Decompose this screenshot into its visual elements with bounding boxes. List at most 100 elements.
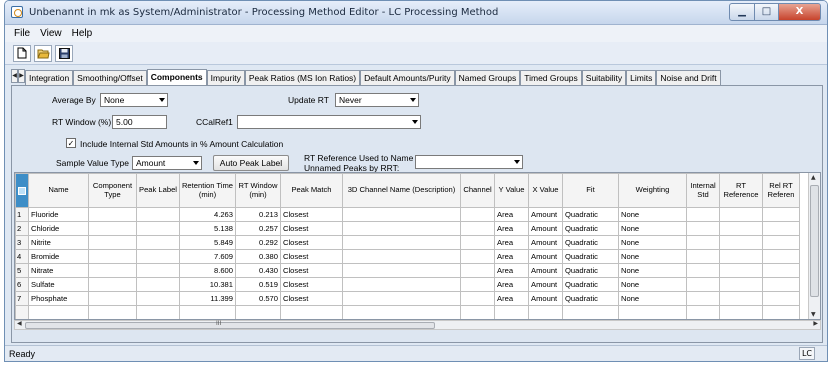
cell-rt-reference[interactable] [719,249,763,264]
cell-fit[interactable]: Quadratic [562,277,619,292]
cell-weighting[interactable]: None [618,291,687,306]
vertical-scroll-thumb[interactable] [810,185,819,297]
cell-retention-time[interactable]: 4.263 [179,207,236,222]
col-header-rt-window[interactable]: RT Window (min) [235,173,281,208]
cell-3d-channel-name[interactable] [342,235,461,250]
cell-channel[interactable] [460,235,495,250]
table-row[interactable]: 7 Phosphate 11.399 0.570 Closest Area Amount Qu… [15,291,800,306]
cell-component-type[interactable] [88,207,137,222]
cell-name[interactable]: Fluoride [28,207,89,222]
tab-suitability[interactable]: Suitability [581,70,627,85]
cell-rt-window[interactable]: 0.519 [235,277,281,292]
table-row[interactable]: 3 Nitrite 5.849 0.292 Closest Area Amount Quadr… [15,235,800,250]
col-header-y-value[interactable]: Y Value [494,173,529,208]
cell-y-value[interactable]: Area [494,207,529,222]
cell-rel-rt-reference[interactable] [762,207,800,222]
cell-fit[interactable]: Quadratic [562,263,619,278]
cell-internal-std[interactable] [686,249,720,264]
col-header-retention-time[interactable]: Retention Time (min) [179,173,236,208]
cell-component-type[interactable] [88,249,137,264]
cell-rel-rt-reference[interactable] [762,263,800,278]
scroll-up-icon[interactable]: ▲ [811,174,816,181]
cell-y-value[interactable]: Area [494,291,529,306]
cell-weighting[interactable]: None [618,263,687,278]
cell-name[interactable]: Bromide [28,249,89,264]
tab-components[interactable]: Components [146,69,207,85]
cell-rt-window[interactable]: 0.257 [235,221,281,236]
cell-peak-label[interactable] [136,291,180,306]
cell-weighting[interactable]: None [618,207,687,222]
vertical-scrollbar[interactable]: ▲ ▼ [808,173,820,319]
cell-channel[interactable] [460,207,495,222]
cell-component-type[interactable] [88,263,137,278]
cell-x-value[interactable]: Amount [528,235,563,250]
cell-component-type[interactable] [88,291,137,306]
cell-name[interactable]: Sulfate [28,277,89,292]
cell-y-value[interactable] [494,305,529,319]
cell-peak-match[interactable] [280,305,343,319]
cell-internal-std[interactable] [686,221,720,236]
cell-channel[interactable] [460,291,495,306]
row-number[interactable]: 2 [15,221,29,236]
cell-peak-match[interactable]: Closest [280,263,343,278]
cell-x-value[interactable]: Amount [528,249,563,264]
cell-x-value[interactable]: Amount [528,291,563,306]
cell-peak-label[interactable] [136,249,180,264]
cell-3d-channel-name[interactable] [342,207,461,222]
cell-name[interactable]: Phosphate [28,291,89,306]
cell-internal-std[interactable] [686,207,720,222]
tab-peak-ratios[interactable]: Peak Ratios (MS Ion Ratios) [244,70,361,85]
cell-3d-channel-name[interactable] [342,277,461,292]
cell-y-value[interactable]: Area [494,263,529,278]
cell-x-value[interactable]: Amount [528,263,563,278]
col-header-channel[interactable]: Channel [460,173,495,208]
table-row[interactable]: 1 Fluoride 4.263 0.213 Closest Area Amount Quad… [15,207,800,222]
cell-rt-reference[interactable] [719,235,763,250]
rt-window-input[interactable]: 5.00 [112,115,167,129]
col-header-peak-match[interactable]: Peak Match [280,173,343,208]
menu-file[interactable]: File [9,28,35,39]
row-number[interactable]: 1 [15,207,29,222]
cell-weighting[interactable]: None [618,235,687,250]
cell-rt-window[interactable]: 0.430 [235,263,281,278]
cell-fit[interactable] [562,305,619,319]
cell-peak-label[interactable] [136,263,180,278]
cell-retention-time[interactable]: 8.600 [179,263,236,278]
cell-peak-match[interactable]: Closest [280,249,343,264]
scroll-down-icon[interactable]: ▼ [811,311,816,318]
cell-component-type[interactable] [88,277,137,292]
tab-impurity[interactable]: Impurity [206,70,245,85]
cell-rel-rt-reference[interactable] [762,277,800,292]
cell-y-value[interactable]: Area [494,249,529,264]
cell-internal-std[interactable] [686,263,720,278]
cell-rt-reference[interactable] [719,263,763,278]
cell-3d-channel-name[interactable] [342,249,461,264]
cell-retention-time[interactable]: 10.381 [179,277,236,292]
cell-3d-channel-name[interactable] [342,221,461,236]
cell-peak-match[interactable]: Closest [280,291,343,306]
table-row[interactable]: 6 Sulfate 10.381 0.519 Closest Area Amount Quad… [15,277,800,292]
grid-corner[interactable] [15,173,29,208]
update-rt-select[interactable]: Never [335,93,419,107]
save-icon[interactable] [55,44,73,62]
cell-channel[interactable] [460,277,495,292]
col-header-fit[interactable]: Fit [562,173,619,208]
col-header-x-value[interactable]: X Value [528,173,563,208]
maximize-button[interactable]: □ [755,3,779,21]
cell-name[interactable]: Chloride [28,221,89,236]
tab-smoothing-offset[interactable]: Smoothing/Offset [73,70,147,85]
row-number[interactable]: 5 [15,263,29,278]
cell-peak-label[interactable] [136,305,180,319]
cell-channel[interactable] [460,263,495,278]
tab-noise-and-drift[interactable]: Noise and Drift [656,70,721,85]
cell-retention-time[interactable] [179,305,236,319]
include-internal-checkbox[interactable]: ✓ [66,138,76,148]
row-number[interactable]: 6 [15,277,29,292]
row-number[interactable]: 3 [15,235,29,250]
cell-internal-std[interactable] [686,277,720,292]
cell-peak-label[interactable] [136,277,180,292]
cell-peak-match[interactable]: Closest [280,277,343,292]
cell-rt-window[interactable]: 0.213 [235,207,281,222]
col-header-3d-channel-name[interactable]: 3D Channel Name (Description) [342,173,461,208]
cell-internal-std[interactable] [686,291,720,306]
